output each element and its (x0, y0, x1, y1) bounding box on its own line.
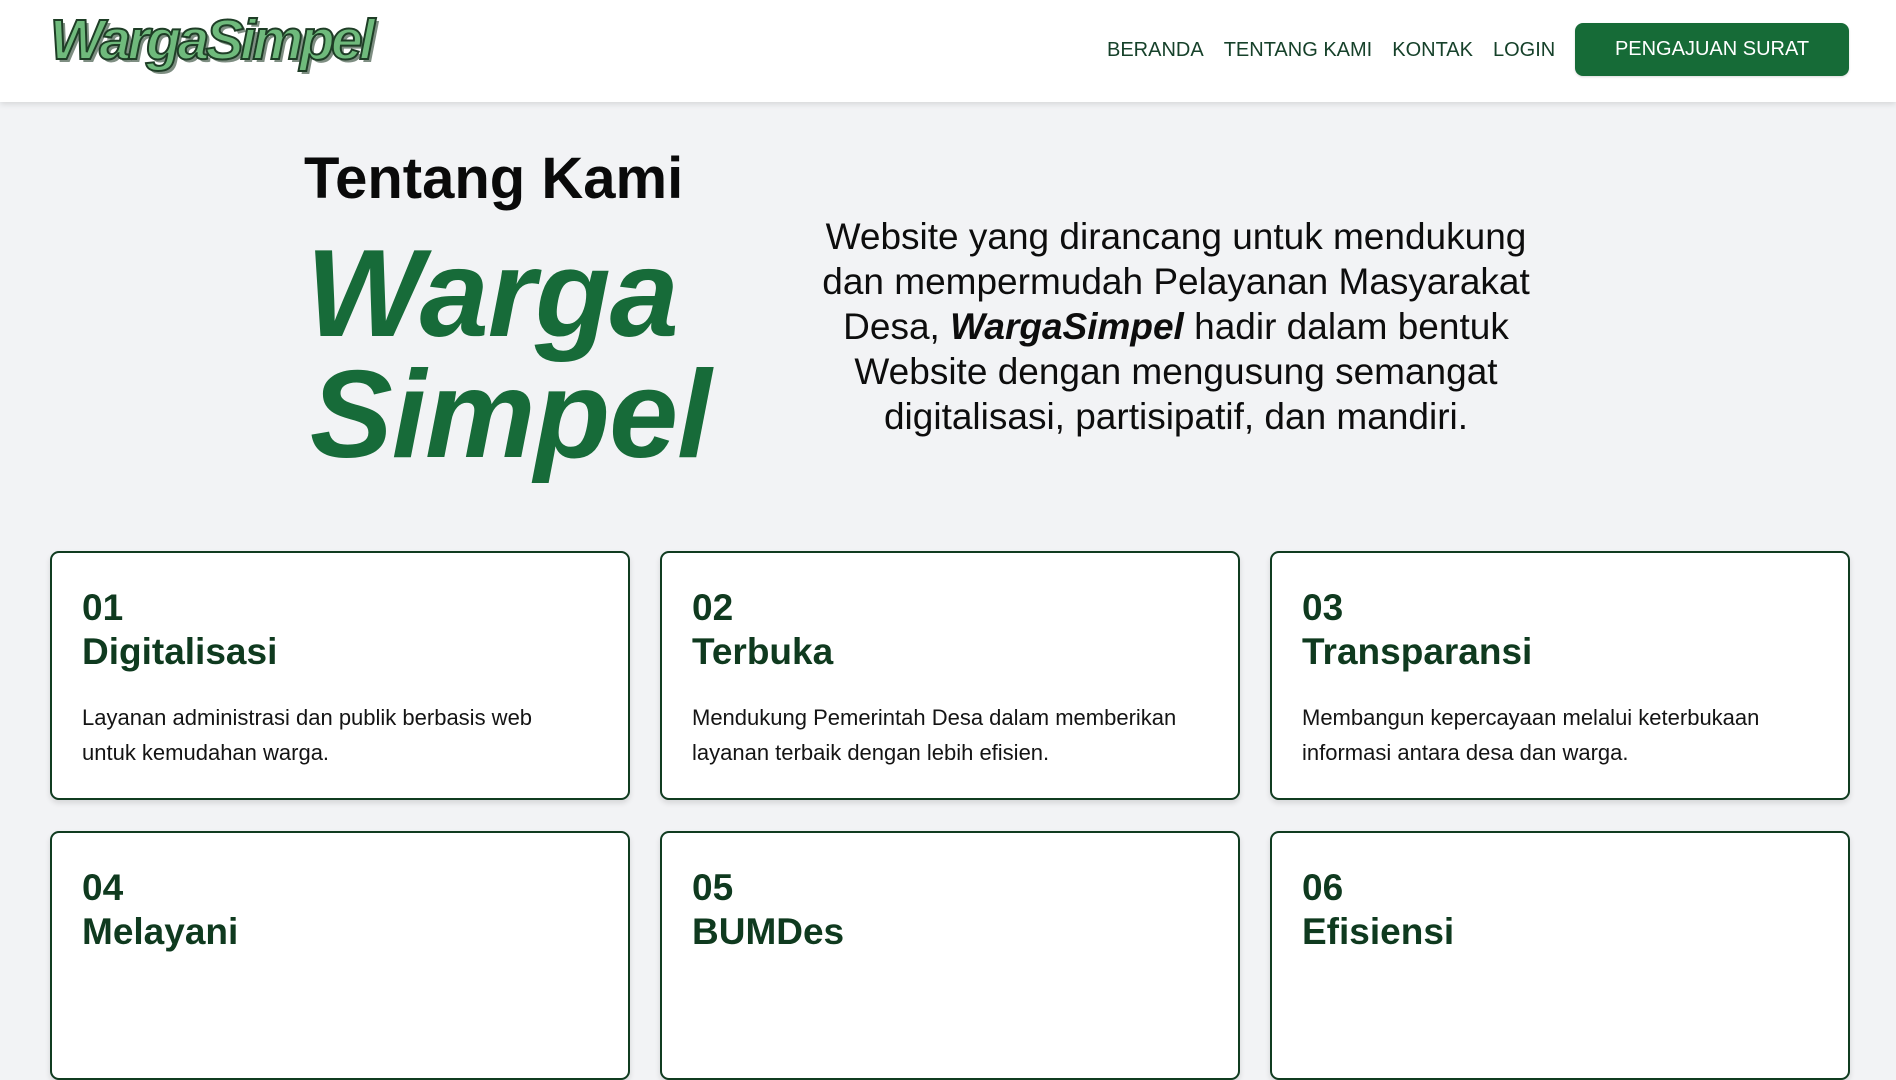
brand-line-2: Simpel (310, 346, 712, 484)
card-title: Transparansi (1302, 631, 1533, 672)
card-description: Membangun kepercayaan melalui keterbukaa… (1302, 705, 1760, 765)
value-card-transparansi: 03 Transparansi Membangun kepercayaan me… (1270, 551, 1850, 800)
about-description: Website yang dirancang untuk mendukung d… (800, 214, 1552, 439)
brand-wordmark: Warga Simpel (306, 225, 712, 484)
card-title: Efisiensi (1302, 911, 1455, 952)
card-description: Mendukung Pemerintah Desa dalam memberik… (692, 705, 1177, 765)
value-card-bumdes: 05 BUMDes (660, 831, 1240, 1080)
card-number: 03 (1302, 587, 1344, 628)
card-number: 01 (82, 587, 124, 628)
card-title: Terbuka (692, 631, 834, 672)
description-brand-name: WargaSimpel (950, 306, 1184, 347)
value-cards-grid: 01 Digitalisasi Layanan administrasi dan… (50, 551, 1850, 1080)
value-card-melayani: 04 Melayani (50, 831, 630, 1080)
main-nav: BERANDA TENTANG KAMI KONTAK LOGIN (1107, 38, 1555, 62)
card-title: Digitalisasi (82, 631, 278, 672)
card-number: 05 (692, 867, 734, 908)
value-card-efisiensi: 06 Efisiensi (1270, 831, 1850, 1080)
card-number: 06 (1302, 867, 1344, 908)
brand-line-1: Warga (306, 225, 679, 363)
card-title: BUMDes (692, 911, 845, 952)
card-number: 02 (692, 587, 734, 628)
card-title: Melayani (82, 911, 239, 952)
site-logo[interactable]: WargaSimpel (49, 11, 376, 70)
nav-link-login[interactable]: LOGIN (1493, 38, 1555, 62)
card-number: 04 (82, 867, 124, 908)
site-header: WargaSimpel BERANDA TENTANG KAMI KONTAK … (0, 0, 1896, 102)
value-card-terbuka: 02 Terbuka Mendukung Pemerintah Desa dal… (660, 551, 1240, 800)
nav-link-beranda[interactable]: BERANDA (1107, 38, 1204, 62)
nav-link-tentang-kami[interactable]: TENTANG KAMI (1224, 38, 1373, 62)
page-title: Tentang Kami (304, 146, 684, 211)
pengajuan-surat-button[interactable]: PENGAJUAN SURAT (1575, 23, 1849, 76)
nav-link-kontak[interactable]: KONTAK (1392, 38, 1473, 62)
value-card-digitalisasi: 01 Digitalisasi Layanan administrasi dan… (50, 551, 630, 800)
card-description: Layanan administrasi dan publik berbasis… (82, 705, 533, 765)
